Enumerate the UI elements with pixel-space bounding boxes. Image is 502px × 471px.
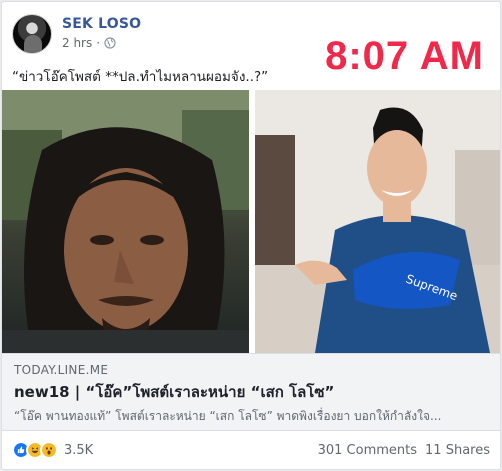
- photo-right[interactable]: Supreme: [255, 90, 500, 353]
- comments-count[interactable]: 301 Comments: [318, 443, 417, 458]
- post-photos[interactable]: Supreme: [2, 90, 500, 353]
- post-text: “ข่าวโอ๊คโพสต์ **ปล.ทำไมหลานผอมจัง..?”: [12, 69, 269, 85]
- post-meta: 2 hrs ·: [62, 36, 116, 50]
- reaction-summary[interactable]: 3.5K: [12, 441, 93, 459]
- overlay-time-text: 8:07 AM: [325, 34, 484, 78]
- reaction-count[interactable]: 3.5K: [64, 443, 93, 458]
- man-blue-shirt-photo: Supreme: [255, 90, 500, 353]
- post-header: SEK LOSO 2 hrs · 8:07 AM: [12, 12, 490, 78]
- shares-count[interactable]: 11 Shares: [425, 443, 490, 458]
- link-domain: TODAY.LINE.ME: [14, 363, 109, 377]
- post-card: SEK LOSO 2 hrs · 8:07 AM “ข่าวโอ๊คโพสต์ …: [1, 1, 501, 470]
- man-long-hair-photo: [2, 90, 249, 353]
- wow-icon: [40, 441, 58, 459]
- post-time[interactable]: 2 hrs: [62, 36, 92, 50]
- globe-icon: [104, 37, 116, 49]
- link-description: “โอ๊ค พานทองแท้” โพสต์เราละหน่าย “เสก โล…: [14, 409, 442, 423]
- post-footer: 3.5K 301 Comments 11 Shares: [2, 433, 500, 469]
- author-name[interactable]: SEK LOSO: [62, 16, 141, 32]
- engagement-counts: 301 Comments 11 Shares: [318, 443, 490, 458]
- author-avatar[interactable]: [12, 14, 52, 54]
- link-title[interactable]: new18 | “โอ๊ค”โพสต์เราละหน่าย “เสก โลโซ”: [14, 380, 334, 404]
- photo-left[interactable]: [2, 90, 249, 353]
- link-preview[interactable]: TODAY.LINE.ME new18 | “โอ๊ค”โพสต์เราละหน…: [2, 353, 500, 431]
